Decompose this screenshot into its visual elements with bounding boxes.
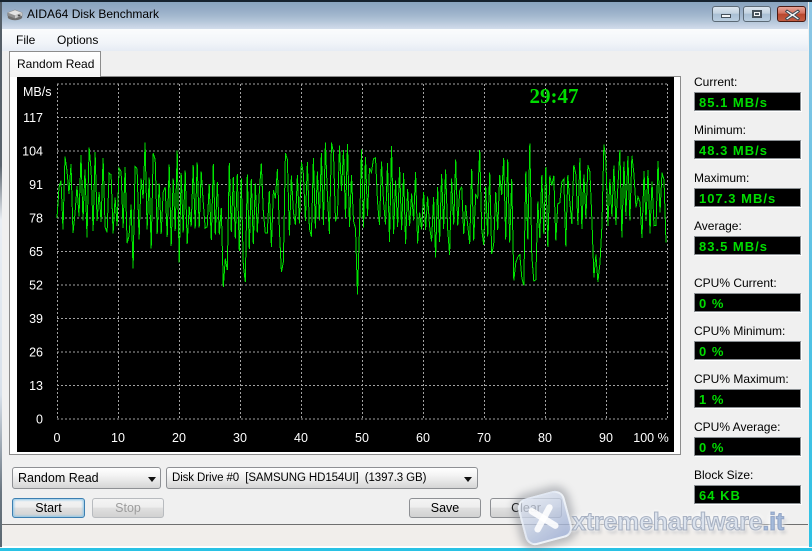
svg-text:91: 91 <box>29 178 43 192</box>
svg-text:65: 65 <box>29 245 43 259</box>
svg-text:104: 104 <box>22 145 43 159</box>
svg-text:100 %: 100 % <box>633 431 668 445</box>
svg-text:52: 52 <box>29 279 43 293</box>
svg-text:0: 0 <box>54 431 61 445</box>
svg-text:80: 80 <box>538 431 552 445</box>
svg-text:10: 10 <box>111 431 125 445</box>
svg-text:78: 78 <box>29 212 43 226</box>
svg-text:0: 0 <box>36 413 43 427</box>
svg-text:40: 40 <box>294 431 308 445</box>
svg-text:50: 50 <box>355 431 369 445</box>
svg-text:117: 117 <box>23 111 43 125</box>
svg-text:20: 20 <box>172 431 186 445</box>
svg-text:30: 30 <box>233 431 247 445</box>
svg-text:90: 90 <box>599 431 613 445</box>
svg-text:70: 70 <box>477 431 491 445</box>
svg-text:60: 60 <box>416 431 430 445</box>
svg-text:MB/s: MB/s <box>23 85 51 99</box>
svg-text:13: 13 <box>29 379 43 393</box>
svg-text:39: 39 <box>29 312 43 326</box>
svg-text:29:47: 29:47 <box>530 84 579 108</box>
svg-text:26: 26 <box>29 346 43 360</box>
